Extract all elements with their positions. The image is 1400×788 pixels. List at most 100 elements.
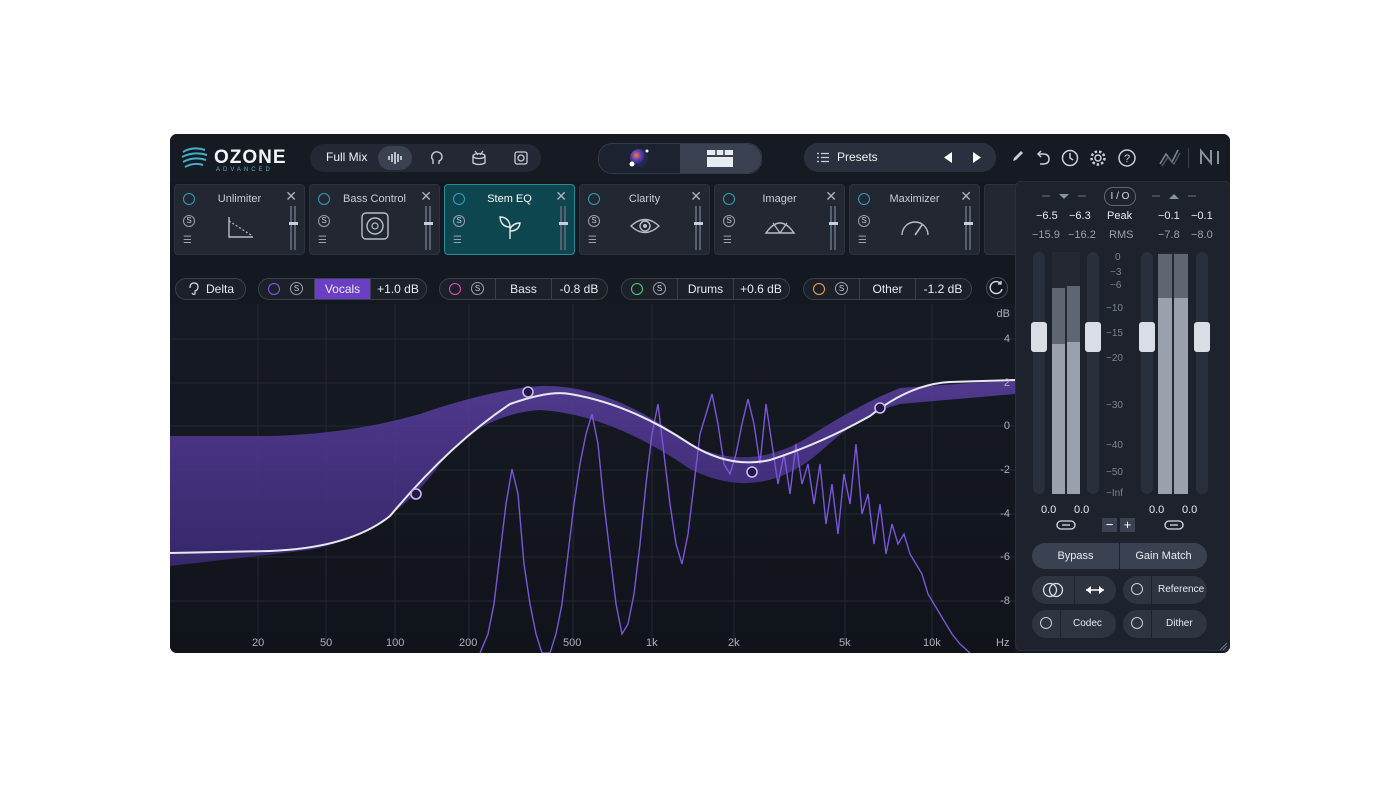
module-fader[interactable] — [424, 206, 433, 250]
close-icon[interactable]: ✕ — [960, 188, 972, 205]
eq-display[interactable]: dB 4 2 0 -2 -4 -6 -8 20 50 100 200 500 1… — [170, 304, 1015, 653]
module-maximizer[interactable]: Maximizer ✕ S ☰ — [849, 184, 980, 255]
close-icon[interactable]: ✕ — [690, 188, 702, 205]
solo-icon[interactable]: S — [183, 215, 195, 227]
module-imager[interactable]: Imager ✕ S ☰ — [714, 184, 845, 255]
eq-graph[interactable] — [170, 304, 1015, 653]
preset-next-icon[interactable] — [972, 151, 982, 164]
preset-prev-icon[interactable] — [943, 151, 953, 164]
stem-vocals[interactable]: S Vocals +1.0 dB — [258, 278, 427, 300]
stem-other[interactable]: S Other -1.2 dB — [803, 278, 972, 300]
input-gain-left[interactable]: 0.0 — [1041, 504, 1056, 516]
pencil-icon[interactable] — [1008, 148, 1028, 168]
close-icon[interactable]: ✕ — [555, 188, 567, 205]
solo-icon[interactable]: S — [858, 215, 870, 227]
power-icon[interactable] — [813, 283, 825, 295]
power-icon[interactable] — [1040, 617, 1052, 629]
close-icon[interactable]: ✕ — [825, 188, 837, 205]
module-fader[interactable] — [829, 206, 838, 250]
solo-icon[interactable]: S — [290, 282, 303, 295]
input-link-icon[interactable] — [1056, 519, 1076, 531]
solo-icon[interactable]: S — [588, 215, 600, 227]
reset-icon[interactable] — [986, 277, 1008, 299]
module-fader[interactable] — [964, 206, 973, 250]
history-icon[interactable] — [1060, 148, 1080, 168]
delta-button[interactable]: Delta — [175, 278, 246, 300]
stem-bass[interactable]: S Bass -0.8 dB — [439, 278, 608, 300]
plus-icon[interactable]: + — [1120, 518, 1135, 532]
eq-node-4[interactable] — [874, 402, 886, 414]
codec-button[interactable]: Codec — [1032, 610, 1116, 638]
gear-icon[interactable] — [1088, 148, 1108, 168]
vocal-icon[interactable] — [420, 146, 454, 170]
input-gain-right[interactable]: 0.0 — [1074, 504, 1089, 516]
output-link-icon[interactable] — [1164, 519, 1184, 531]
minus-icon[interactable]: − — [1102, 518, 1117, 532]
help-icon[interactable]: ? — [1117, 148, 1137, 168]
input-gain-fader-right[interactable] — [1085, 252, 1101, 494]
presets-selector[interactable]: Presets — [804, 143, 996, 172]
solo-icon[interactable]: S — [471, 282, 484, 295]
stem-gain[interactable]: -0.8 dB — [551, 279, 607, 299]
module-unlimiter[interactable]: Unlimiter ✕ S ☰ — [174, 184, 305, 255]
io-meter-panel: I / O −6.5 −6.3 Peak −0.1 −0.1 −15.9 −16… — [1015, 181, 1230, 651]
undo-icon[interactable] — [1033, 148, 1053, 168]
eq-node-3[interactable] — [746, 466, 758, 478]
stem-drums[interactable]: S Drums +0.6 dB — [621, 278, 790, 300]
reference-button[interactable]: Reference — [1123, 576, 1207, 604]
list-icon[interactable]: ☰ — [183, 235, 192, 246]
solo-icon[interactable]: S — [653, 282, 666, 295]
input-gain-fader[interactable] — [1031, 252, 1047, 494]
unlimiter-icon — [228, 217, 253, 238]
assistant-view-button[interactable] — [599, 144, 680, 173]
solo-icon[interactable]: S — [453, 215, 465, 227]
list-icon[interactable]: ☰ — [858, 235, 867, 246]
output-gain-left[interactable]: 0.0 — [1149, 504, 1164, 516]
stem-name[interactable]: Vocals — [314, 279, 371, 299]
signal-icon[interactable] — [1158, 148, 1181, 168]
module-fader[interactable] — [289, 206, 298, 250]
io-toggle[interactable]: I / O — [1104, 187, 1136, 206]
list-icon[interactable]: ☰ — [318, 235, 327, 246]
list-icon[interactable]: ☰ — [453, 235, 462, 246]
solo-icon[interactable]: S — [723, 215, 735, 227]
solo-icon[interactable]: S — [835, 282, 848, 295]
dither-button[interactable]: Dither — [1123, 610, 1207, 638]
stem-gain[interactable]: +1.0 dB — [370, 279, 426, 299]
bypass-button[interactable]: Bypass — [1032, 543, 1119, 569]
list-icon[interactable]: ☰ — [588, 235, 597, 246]
module-fader[interactable] — [694, 206, 703, 250]
power-icon[interactable] — [268, 283, 280, 295]
solo-icon[interactable]: S — [318, 215, 330, 227]
stem-name[interactable]: Other — [859, 279, 916, 299]
output-gain-fader-right[interactable] — [1194, 252, 1210, 494]
module-view-button[interactable] — [680, 144, 761, 173]
power-icon[interactable] — [449, 283, 461, 295]
full-mix-label[interactable]: Full Mix — [326, 150, 367, 164]
stem-gain[interactable]: -1.2 dB — [915, 279, 971, 299]
eq-node-1[interactable] — [410, 488, 422, 500]
power-icon[interactable] — [631, 283, 643, 295]
stereo-mode-button[interactable] — [1032, 576, 1116, 604]
resize-grip-icon[interactable] — [1218, 641, 1228, 651]
module-bass-control[interactable]: Bass Control ✕ S ☰ — [309, 184, 440, 255]
output-gain-right[interactable]: 0.0 — [1182, 504, 1197, 516]
stem-name[interactable]: Drums — [677, 279, 734, 299]
stem-name[interactable]: Bass — [495, 279, 552, 299]
x-axis-unit: Hz — [996, 637, 1010, 649]
list-icon[interactable]: ☰ — [723, 235, 732, 246]
gain-match-button[interactable]: Gain Match — [1120, 543, 1207, 569]
module-clarity[interactable]: Clarity ✕ S ☰ — [579, 184, 710, 255]
close-icon[interactable]: ✕ — [285, 188, 297, 205]
drums-icon[interactable] — [462, 146, 496, 170]
module-stem-eq[interactable]: Stem EQ ✕ S ☰ — [444, 184, 575, 255]
eq-node-2[interactable] — [522, 386, 534, 398]
close-icon[interactable]: ✕ — [420, 188, 432, 205]
power-icon[interactable] — [1131, 617, 1143, 629]
stem-gain[interactable]: +0.6 dB — [733, 279, 789, 299]
output-gain-fader[interactable] — [1139, 252, 1155, 494]
module-fader[interactable] — [559, 206, 568, 250]
speaker-icon[interactable] — [504, 146, 538, 170]
waveform-icon[interactable] — [378, 146, 412, 170]
power-icon[interactable] — [1131, 583, 1143, 595]
